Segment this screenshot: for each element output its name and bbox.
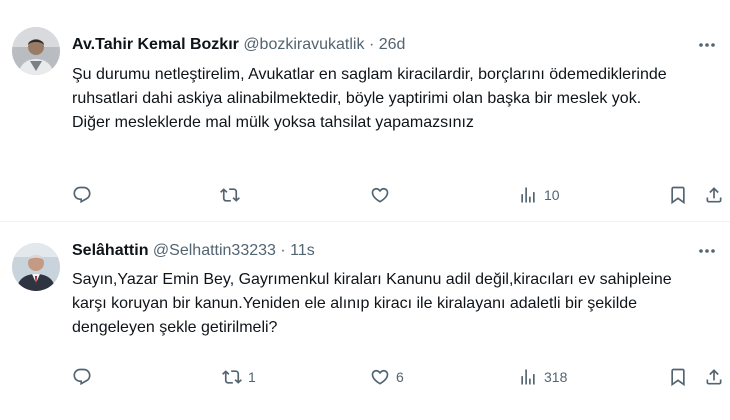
tweet-actions: 10 (72, 183, 722, 207)
views-count: 10 (544, 187, 560, 203)
tweet-text-line: Diğer mesleklerde mal mülk yoksa tahsila… (72, 114, 474, 131)
repost-button[interactable]: 1 (222, 365, 256, 389)
bookmark-icon (671, 186, 685, 205)
share-icon (706, 187, 722, 203)
bookmark-icon (671, 368, 685, 387)
tweet-text: Sayın,Yazar Emin Bey, Gayrımenkul kirala… (72, 268, 706, 340)
like-button[interactable]: 6 (370, 365, 404, 389)
reply-icon (73, 368, 91, 386)
display-name[interactable]: Selâhattin (72, 242, 148, 259)
views-count: 318 (544, 369, 568, 385)
repost-icon (222, 370, 242, 384)
repost-button[interactable] (220, 183, 246, 207)
bookmark-button[interactable] (668, 365, 688, 389)
tweet-text-line: Şu durumu netleştirelim, Avukatlar en sa… (72, 66, 667, 107)
more-dots-icon[interactable] (696, 241, 718, 261)
like-button[interactable] (370, 183, 396, 207)
display-name[interactable]: Av.Tahir Kemal Bozkır (72, 36, 239, 53)
separator: · (368, 36, 375, 53)
views-chart-icon (521, 369, 535, 385)
heart-icon (371, 369, 389, 385)
timestamp[interactable]: 26d (379, 36, 406, 53)
more-dots-icon[interactable] (696, 35, 718, 55)
handle[interactable]: @bozkiravukatlik (243, 36, 364, 53)
reply-button[interactable] (72, 183, 98, 207)
timestamp[interactable]: 11s (290, 242, 315, 259)
repost-count: 1 (248, 369, 256, 385)
tweet-1[interactable]: Av.Tahir Kemal Bozkır @bozkiravukatlik ·… (0, 0, 730, 222)
share-icon (706, 369, 722, 385)
tweet-2[interactable]: Selâhattin @Selhattin33233 · 11s Sayın,Y… (0, 222, 730, 420)
like-count: 6 (396, 369, 404, 385)
views-button[interactable]: 10 (518, 183, 560, 207)
repost-icon (220, 188, 240, 202)
handle[interactable]: @Selhattin33233 (153, 242, 276, 259)
share-button[interactable] (704, 365, 724, 389)
share-button[interactable] (704, 183, 724, 207)
heart-icon (371, 187, 389, 203)
tweet-text: Şu durumu netleştirelim, Avukatlar en sa… (72, 63, 706, 135)
views-button[interactable]: 318 (518, 365, 567, 389)
tweet-text-line: Sayın,Yazar Emin Bey, Gayrımenkul kirala… (72, 271, 672, 336)
tweet-header: Av.Tahir Kemal Bozkır @bozkiravukatlik ·… (72, 35, 680, 55)
reply-button[interactable] (72, 365, 98, 389)
avatar[interactable] (12, 27, 60, 75)
reply-icon (73, 186, 91, 204)
bookmark-button[interactable] (668, 183, 688, 207)
views-chart-icon (521, 187, 535, 203)
avatar[interactable] (12, 243, 60, 291)
tweet-actions: 1 6 318 (72, 365, 722, 389)
separator: · (280, 242, 286, 259)
tweet-header: Selâhattin @Selhattin33233 · 11s (72, 241, 680, 261)
